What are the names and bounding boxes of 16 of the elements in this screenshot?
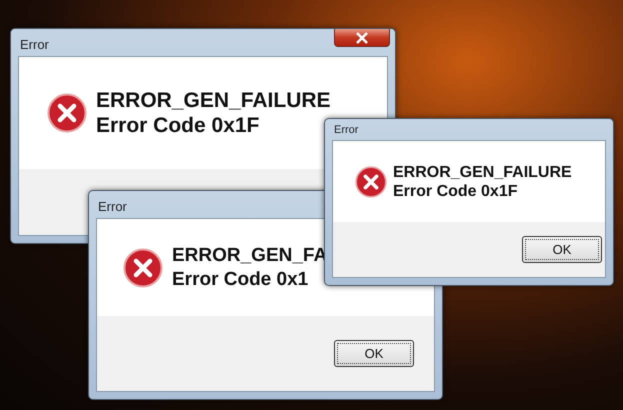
error-icon: [355, 166, 387, 198]
ok-button[interactable]: OK: [334, 340, 414, 367]
close-icon: [355, 32, 369, 44]
error-message: ERROR_GEN_FAILURE: [393, 162, 572, 182]
error-message: Error Code 0x1: [172, 268, 310, 292]
ok-button[interactable]: OK: [522, 236, 602, 263]
error-message: Error Code 0x1F: [96, 113, 260, 138]
error-message: Error Code 0x1F: [393, 182, 518, 200]
window-title: Error: [333, 123, 358, 136]
error-message: ERROR_GEN_FAILURE: [96, 88, 331, 113]
close-button[interactable]: [334, 29, 390, 47]
window-title: Error: [19, 36, 49, 52]
error-icon: [123, 248, 163, 288]
error-message: ERROR_GEN_FA: [172, 244, 328, 268]
error-icon: [47, 93, 87, 133]
window-title: Error: [97, 198, 127, 214]
